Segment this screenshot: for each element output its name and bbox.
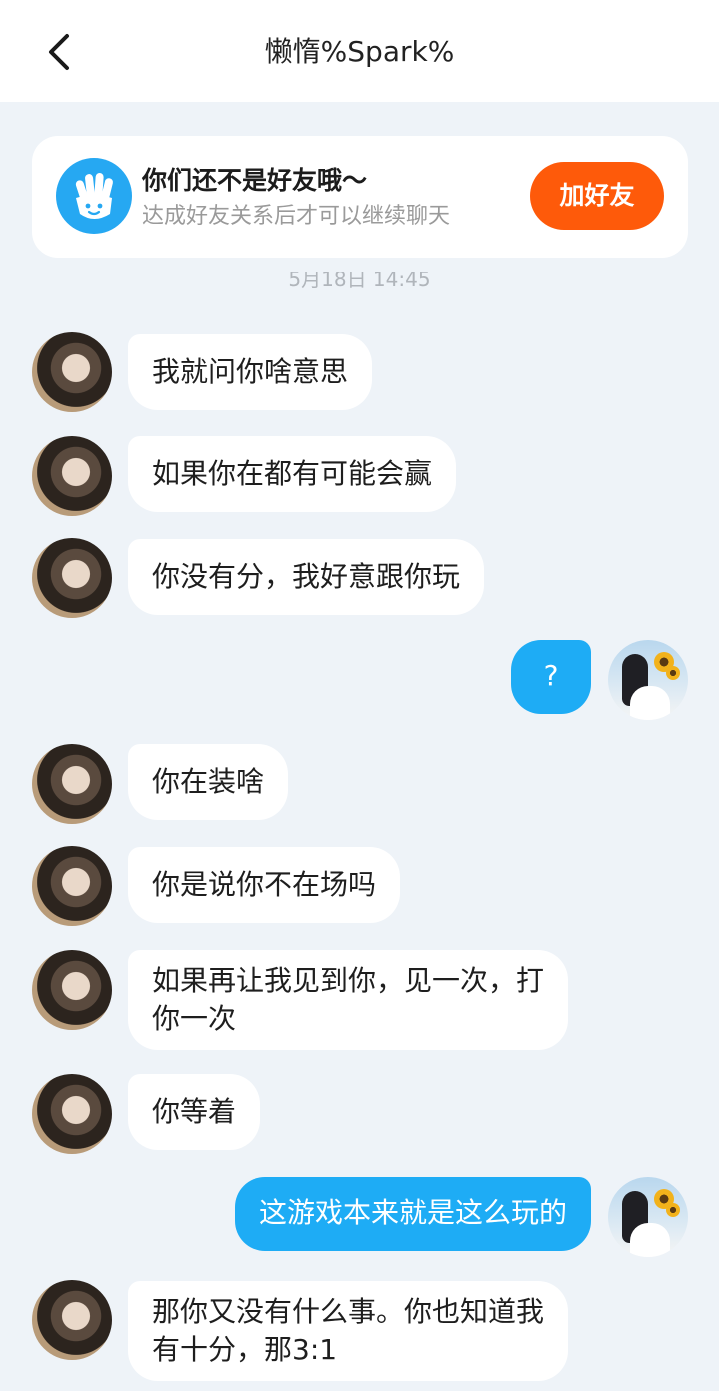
- peer-avatar[interactable]: [32, 1280, 112, 1360]
- chat-header: 懒惰%Spark%: [0, 0, 719, 102]
- peer-message-bubble[interactable]: 你没有分，我好意跟你玩: [128, 539, 485, 615]
- peer-avatar[interactable]: [32, 950, 112, 1030]
- banner-title: 你们还不是好友哦～: [142, 166, 368, 195]
- self-avatar[interactable]: [608, 1177, 688, 1257]
- chat-screen: 懒惰%Spark% 你们还不是好友哦～ 达成好友关系后才可以继续聊天 加好友 5…: [0, 0, 719, 1391]
- self-message-bubble[interactable]: ?: [511, 640, 591, 714]
- chat-title: 懒惰%Spark%: [264, 35, 455, 68]
- peer-message-bubble[interactable]: 你等着: [128, 1074, 261, 1150]
- peer-message-bubble[interactable]: 我就问你啥意思: [128, 334, 373, 410]
- peer-avatar[interactable]: [32, 744, 112, 824]
- peer-avatar[interactable]: [32, 538, 112, 618]
- message-timestamp: 5月18日 14:45: [288, 272, 431, 291]
- peer-avatar[interactable]: [32, 846, 112, 926]
- not-friends-banner: 你们还不是好友哦～ 达成好友关系后才可以继续聊天 加好友: [32, 136, 688, 258]
- hand-wave-icon: [56, 158, 132, 234]
- peer-message-bubble[interactable]: 你在装啥: [128, 744, 289, 820]
- peer-avatar[interactable]: [32, 332, 112, 412]
- peer-message-bubble[interactable]: 如果再让我见到你，见一次，打 你一次: [128, 950, 569, 1050]
- self-message-bubble[interactable]: 这游戏本来就是这么玩的: [234, 1177, 591, 1251]
- self-avatar[interactable]: [608, 640, 688, 720]
- peer-avatar[interactable]: [32, 436, 112, 516]
- peer-message-bubble[interactable]: 你是说你不在场吗: [128, 847, 401, 923]
- banner-subtitle: 达成好友关系后才可以继续聊天: [142, 204, 451, 229]
- add-friend-button[interactable]: 加好友: [530, 162, 664, 230]
- peer-message-bubble[interactable]: 那你又没有什么事。你也知道我 有十分，那3:1: [128, 1281, 569, 1381]
- peer-message-bubble[interactable]: 如果你在都有可能会赢: [128, 436, 457, 512]
- peer-avatar[interactable]: [32, 1074, 112, 1154]
